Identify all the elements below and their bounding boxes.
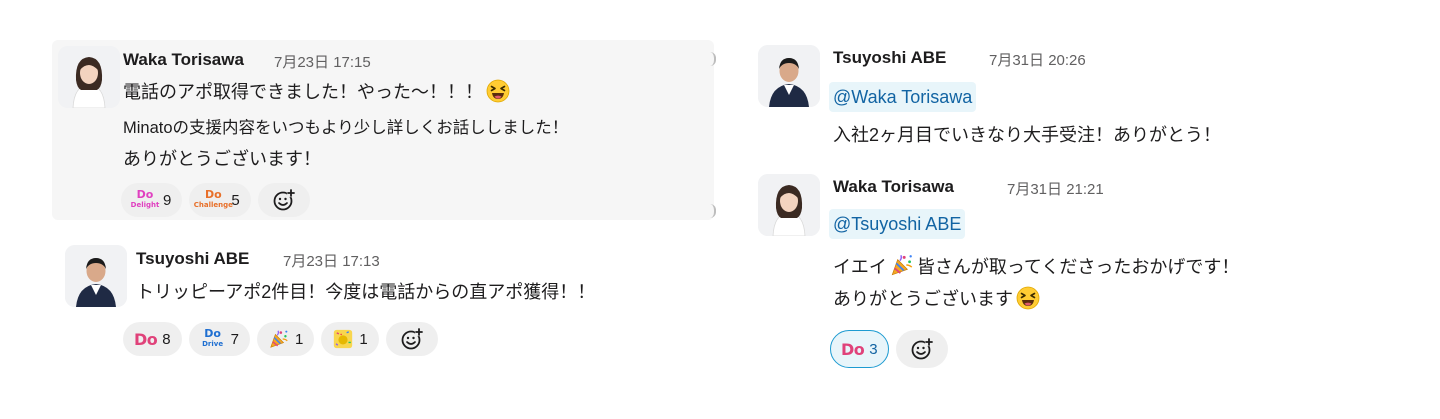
author-name[interactable]: Waka Torisawa <box>123 50 244 70</box>
timestamp[interactable]: 7月23日 17:13 <box>283 250 380 271</box>
message-text-line: ありがとうございます！ <box>123 149 321 169</box>
add-reaction-icon <box>400 327 424 351</box>
avatar[interactable] <box>65 245 127 307</box>
confetti-ball-icon <box>332 328 354 350</box>
reaction-count: 7 <box>230 330 239 348</box>
do-icon: Do <box>841 339 865 359</box>
timestamp[interactable]: 7月31日 20:26 <box>989 49 1086 70</box>
message-text-line: トリッピーアポ2件目！今度は電話からの直アポ獲得！！ <box>136 282 596 302</box>
reaction-bar: Do Delight 9 Do Challenge 5 <box>121 183 310 217</box>
reaction-do-drive[interactable]: Do Drive 7 <box>188 322 250 356</box>
mention-waka[interactable]: @Waka Torisawa <box>829 82 977 112</box>
reaction-bar: Do 8 Do Drive 7 1 1 <box>123 322 438 356</box>
add-reaction-button[interactable] <box>385 322 438 356</box>
add-reaction-button[interactable] <box>895 330 948 368</box>
reaction-confetti-ball[interactable]: 1 <box>321 322 379 356</box>
author-name[interactable]: Tsuyoshi ABE <box>136 249 249 269</box>
do-drive-icon: Do Drive <box>202 327 224 348</box>
hover-edge-marker <box>708 204 716 218</box>
reaction-count: 9 <box>163 191 172 209</box>
add-reaction-icon <box>272 188 296 212</box>
message-text-line: Minatoの支援内容をいつもより少し詳しくお話ししました！ <box>123 119 569 137</box>
reaction-count: 8 <box>162 330 171 348</box>
reaction-count: 5 <box>231 191 240 209</box>
reaction-count: 3 <box>869 340 878 358</box>
do-challenge-icon: Do Challenge <box>193 188 233 209</box>
grinning-squinting-face-icon <box>1016 286 1040 310</box>
avatar[interactable] <box>58 46 120 108</box>
reaction-party-popper[interactable]: 1 <box>256 322 315 356</box>
reaction-do[interactable]: Do 3 <box>830 330 889 368</box>
hover-edge-marker <box>708 52 716 66</box>
do-icon: Do <box>134 329 158 349</box>
reaction-do-delight[interactable]: Do Delight 9 <box>121 183 183 217</box>
author-name[interactable]: Waka Torisawa <box>833 177 954 197</box>
message-text-line: 入社2ヶ月目でいきなり大手受注！ありがとう！ <box>833 125 1222 145</box>
timestamp[interactable]: 7月31日 21:21 <box>1007 178 1104 199</box>
reaction-do-challenge[interactable]: Do Challenge 5 <box>189 183 251 217</box>
reaction-do[interactable]: Do 8 <box>123 322 182 356</box>
mention-tsuyoshi[interactable]: @Tsuyoshi ABE <box>829 209 966 239</box>
message-text-line: 電話のアポ取得できました！やった〜！！！ <box>123 79 510 105</box>
avatar[interactable] <box>758 174 820 236</box>
reaction-bar: Do 3 <box>830 330 948 368</box>
party-popper-icon <box>268 328 290 350</box>
add-reaction-button[interactable] <box>257 183 310 217</box>
reaction-count: 1 <box>294 330 304 348</box>
reaction-count: 1 <box>359 330 368 348</box>
message-text-line: イエイ 皆さんが取ってくださったおかげです！ <box>833 252 1239 280</box>
do-delight-icon: Do Delight <box>130 188 160 209</box>
avatar[interactable] <box>758 45 820 107</box>
message-text-line: ありがとうございます <box>833 286 1040 312</box>
timestamp[interactable]: 7月23日 17:15 <box>274 51 371 72</box>
add-reaction-icon <box>910 337 934 361</box>
grinning-squinting-face-icon <box>486 79 510 103</box>
author-name[interactable]: Tsuyoshi ABE <box>833 48 946 68</box>
party-popper-icon <box>889 252 915 278</box>
